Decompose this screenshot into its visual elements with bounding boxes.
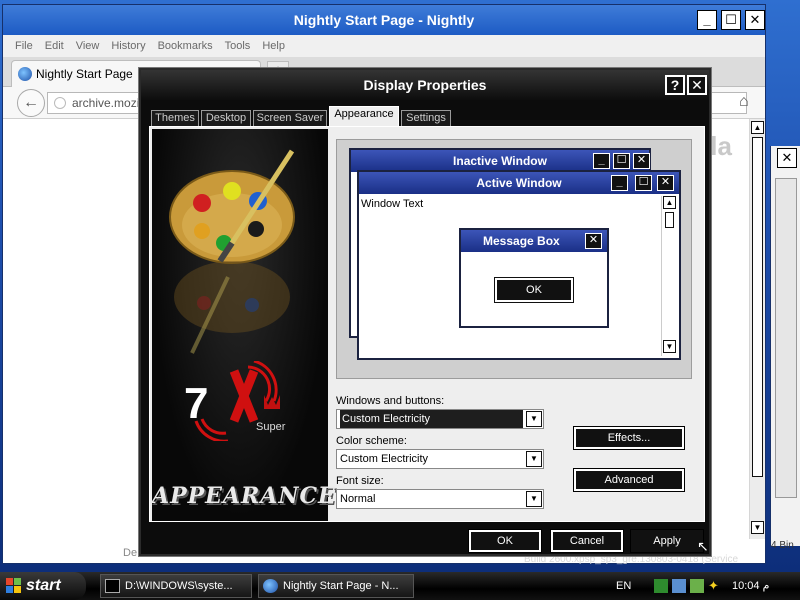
scroll-down-icon: ▼ <box>663 340 676 353</box>
tab-themes[interactable]: Themes <box>151 110 199 126</box>
menu-bar: File Edit View History Bookmarks Tools Help <box>3 35 765 57</box>
menu-help[interactable]: Help <box>262 35 285 57</box>
close-icon: ✕ <box>657 175 674 191</box>
globe-icon <box>54 97 66 109</box>
advanced-button[interactable]: Advanced <box>573 468 685 492</box>
dialog-title: Display Properties <box>363 77 487 93</box>
back-button[interactable]: ← <box>17 89 45 117</box>
maximize-icon: ☐ <box>613 153 630 169</box>
close-icon: ✕ <box>633 153 650 169</box>
scroll-down-icon[interactable]: ▼ <box>751 521 764 534</box>
tab-desktop[interactable]: Desktop <box>201 110 251 126</box>
menu-view[interactable]: View <box>76 35 100 57</box>
start-button[interactable]: start <box>0 572 86 600</box>
appearance-artwork: 7 Super APPEARANCE <box>152 129 336 521</box>
chevron-down-icon[interactable]: ▼ <box>526 411 542 427</box>
font-size-label: Font size: <box>336 475 384 487</box>
preview-active-title: Active Window <box>359 172 679 194</box>
browser-title: Nightly Start Page - Nightly <box>293 12 475 28</box>
security-icon[interactable] <box>654 579 668 593</box>
url-text: archive.mozill <box>72 96 145 110</box>
mouse-cursor-icon: ↖ <box>697 538 709 554</box>
menu-edit[interactable]: Edit <box>45 35 64 57</box>
wand-icon[interactable]: ✦ <box>708 579 722 593</box>
console-icon <box>105 579 120 593</box>
palette-icon <box>169 149 295 354</box>
font-size-value: Normal <box>340 493 376 505</box>
windows-buttons-select[interactable]: Custom Electricity ▼ <box>336 409 544 429</box>
page-scrollbar[interactable]: ▲ ▼ <box>749 119 765 539</box>
minimize-icon: _ <box>593 153 610 169</box>
system-tray: EN ✦ 10:04 م <box>606 572 800 600</box>
effects-button[interactable]: Effects... <box>573 426 685 450</box>
bg-window-close-button[interactable]: ✕ <box>777 148 797 168</box>
firefox-icon <box>263 579 278 593</box>
color-scheme-label: Color scheme: <box>336 435 407 447</box>
windows-buttons-value: Custom Electricity <box>340 410 523 428</box>
taskbar-item-nightly[interactable]: Nightly Start Page - N... <box>258 574 414 598</box>
background-window[interactable]: ✕ 4 Bin <box>770 146 800 551</box>
appearance-panel: 7 Super APPEARANCE Inactive Window _ ☐ ✕… <box>149 126 705 522</box>
taskbar-item-label: D:\WINDOWS\syste... <box>125 580 233 592</box>
page-text: De <box>123 547 138 559</box>
menu-file[interactable]: File <box>15 35 33 57</box>
bg-window-scrollbar[interactable] <box>775 178 797 498</box>
recycle-bin-label: 4 Bin <box>771 540 794 551</box>
taskbar: start D:\WINDOWS\syste... Nightly Start … <box>0 572 800 600</box>
dialog-title-bar[interactable]: Display Properties <box>141 70 709 100</box>
tab-label: Nightly Start Page <box>36 67 133 81</box>
maximize-icon: ☐ <box>635 175 652 191</box>
update-icon[interactable] <box>690 579 704 593</box>
menu-tools[interactable]: Tools <box>225 35 251 57</box>
scroll-thumb[interactable] <box>752 137 763 477</box>
network-icon[interactable] <box>672 579 686 593</box>
home-icon[interactable]: ⌂ <box>739 93 749 111</box>
tab-settings[interactable]: Settings <box>401 110 451 126</box>
display-properties-dialog: Display Properties ? ✕ Themes Desktop Sc… <box>139 68 711 556</box>
firefox-icon <box>18 67 32 81</box>
logo-number: 7 <box>184 379 209 428</box>
menu-history[interactable]: History <box>111 35 145 57</box>
chevron-down-icon[interactable]: ▼ <box>526 451 542 467</box>
scroll-up-icon[interactable]: ▲ <box>751 121 764 134</box>
browser-title-bar[interactable]: Nightly Start Page - Nightly <box>3 5 765 35</box>
help-button[interactable]: ? <box>665 75 685 95</box>
menu-bookmarks[interactable]: Bookmarks <box>158 35 213 57</box>
dialog-close-button[interactable]: ✕ <box>687 75 707 95</box>
preview-window-text: Window Text <box>361 198 424 210</box>
windows-buttons-label: Windows and buttons: <box>336 395 445 407</box>
maximize-button[interactable]: ☐ <box>721 10 741 30</box>
logo-word: Super <box>256 421 286 433</box>
language-indicator[interactable]: EN <box>616 572 631 600</box>
minimize-icon: _ <box>611 175 628 191</box>
clock[interactable]: 10:04 م <box>732 572 769 600</box>
preview-message-box: Message Box ✕ OK <box>459 228 609 328</box>
taskbar-item-label: Nightly Start Page - N... <box>283 580 399 592</box>
minimize-button[interactable]: _ <box>697 10 717 30</box>
ok-button[interactable]: OK <box>468 529 542 553</box>
color-scheme-select[interactable]: Custom Electricity ▼ <box>336 449 544 469</box>
font-size-select[interactable]: Normal ▼ <box>336 489 544 509</box>
windows-flag-icon <box>6 578 21 593</box>
close-button[interactable]: ✕ <box>745 10 765 30</box>
cancel-button[interactable]: Cancel <box>550 529 624 553</box>
color-scheme-value: Custom Electricity <box>340 453 429 465</box>
apply-button[interactable]: Apply <box>630 529 704 553</box>
arrow-left-icon: ← <box>23 94 39 111</box>
chevron-down-icon[interactable]: ▼ <box>526 491 542 507</box>
taskbar-item-cmd[interactable]: D:\WINDOWS\syste... <box>100 574 252 598</box>
tab-appearance[interactable]: Appearance <box>329 106 399 126</box>
tab-screen-saver[interactable]: Screen Saver <box>253 110 327 126</box>
scroll-up-icon: ▲ <box>663 196 676 209</box>
preview-ok-button: OK <box>494 277 574 303</box>
close-icon: ✕ <box>585 233 602 249</box>
scroll-thumb <box>665 212 674 228</box>
preview-active-window: Active Window _ ☐ ✕ Window Text ▲ ▼ Mess… <box>357 170 681 360</box>
appearance-label: APPEARANCE <box>152 483 336 509</box>
appearance-preview: Inactive Window _ ☐ ✕ Active Window _ ☐ … <box>336 139 692 379</box>
preview-scrollbar: ▲ ▼ <box>661 196 677 356</box>
start-label: start <box>26 577 61 594</box>
